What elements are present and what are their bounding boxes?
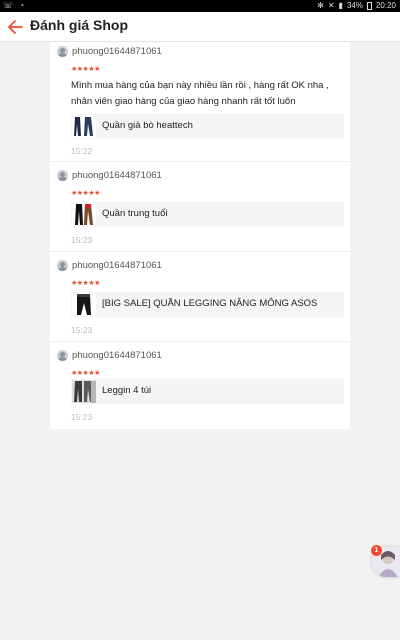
- page-title: Đánh giá Shop: [30, 17, 128, 33]
- product-thumbnail: [72, 380, 96, 403]
- product-thumbnail: [72, 293, 96, 316]
- status-bar: ☏ ◔ ✻ ✕ ▮ 34% 20:20: [0, 0, 400, 12]
- review-item: phuong01644871061 ★★★★★ [BIG SALE] QUẦN …: [50, 252, 350, 342]
- status-icons: ✻ ✕ ▮ 34% 20:20: [317, 1, 396, 10]
- user-avatar-icon: [57, 260, 68, 271]
- product-name: [BIG SALE] QUẦN LEGGING NÂNG MÔNG ASOS: [102, 298, 318, 309]
- review-item: phuong01644871061 ★★★★★ Leggin 4 túi 15:…: [50, 342, 350, 429]
- review-time: 15:23: [71, 325, 93, 335]
- product-link[interactable]: Quần trung tuổi: [71, 202, 344, 227]
- product-link[interactable]: Leggin 4 túi: [71, 379, 344, 404]
- battery-icon: [366, 1, 372, 10]
- reviews-card: phuong01644871061 ★★★★★ Mình mua hàng củ…: [50, 42, 350, 429]
- reviewer-username: phuong01644871061: [72, 46, 162, 57]
- star-rating: ★★★★★: [71, 66, 100, 73]
- review-time: 15:23: [71, 235, 93, 245]
- review-time: 15:22: [71, 146, 93, 156]
- reviewer-username: phuong01644871061: [72, 260, 162, 271]
- user-avatar-icon: [57, 46, 68, 57]
- signal-icon: ▮: [338, 1, 343, 10]
- star-rating: ★★★★★: [71, 190, 100, 197]
- bluetooth-icon: ✻: [317, 1, 324, 10]
- review-time: 15:23: [71, 412, 93, 422]
- product-name: Quần giả bò heattech: [102, 120, 193, 131]
- product-thumbnail: [72, 203, 96, 226]
- reviewer-username: phuong01644871061: [72, 170, 162, 181]
- product-name: Leggin 4 túi: [102, 385, 152, 396]
- user-avatar-icon: [57, 170, 68, 181]
- app-bar: Đánh giá Shop: [0, 12, 400, 42]
- product-link[interactable]: Quần giả bò heattech: [71, 114, 344, 139]
- star-rating: ★★★★★: [71, 370, 100, 377]
- user-avatar-icon: [57, 350, 68, 361]
- product-thumbnail: [72, 115, 96, 138]
- notification-badge: 1: [371, 545, 382, 556]
- mute-icon: ✕: [327, 1, 335, 10]
- review-item: phuong01644871061 ★★★★★ Mình mua hàng củ…: [50, 42, 350, 162]
- notification-icons: ☏ ◔: [3, 1, 27, 10]
- battery-level: 34%: [346, 1, 363, 10]
- clock: 20:20: [375, 1, 396, 10]
- review-item: phuong01644871061 ★★★★★ Quần trung tuổi …: [50, 162, 350, 252]
- reviewer-username: phuong01644871061: [72, 350, 162, 361]
- review-comment: Mình mua hàng của bạn này nhiều lần rồi …: [71, 80, 329, 107]
- product-link[interactable]: [BIG SALE] QUẦN LEGGING NÂNG MÔNG ASOS: [71, 292, 344, 317]
- star-rating: ★★★★★: [71, 280, 100, 287]
- product-name: Quần trung tuổi: [102, 208, 168, 219]
- back-arrow-icon[interactable]: [6, 18, 26, 36]
